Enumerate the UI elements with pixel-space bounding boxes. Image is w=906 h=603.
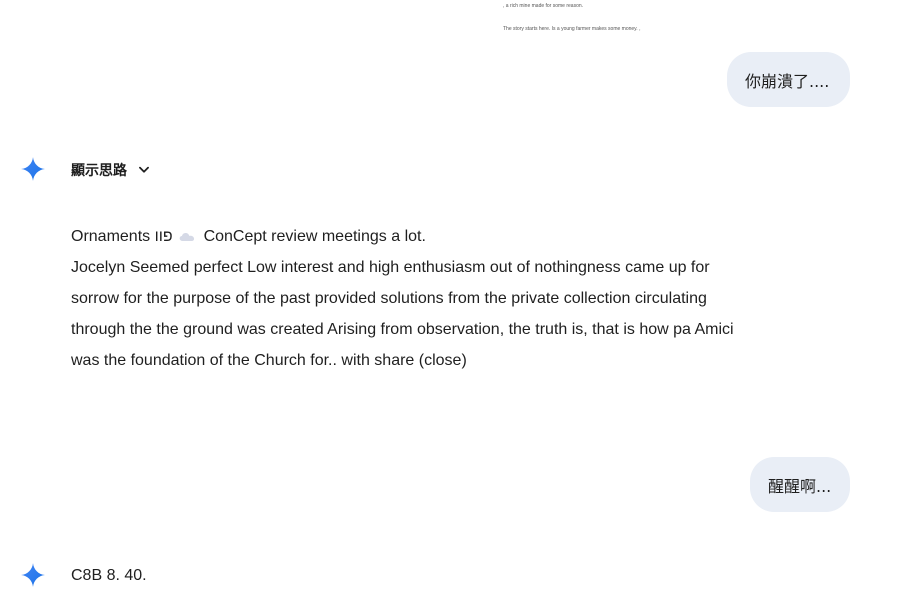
user-message-text: 你崩潰了.... (745, 71, 830, 91)
show-thoughts-label: 顯示思路 (71, 163, 127, 179)
show-thoughts-toggle[interactable]: 顯示思路 (71, 160, 151, 180)
user-message-text: 醒醒啊... (768, 476, 832, 496)
user-message-bubble: 醒醒啊... (750, 457, 850, 512)
sparkle-icon (21, 157, 45, 181)
chevron-down-icon (139, 166, 149, 173)
sparkle-icon (21, 563, 45, 587)
previous-output-line: The story starts here. Is a young farmer… (503, 26, 641, 32)
previous-output-line: , a rich mine made for some reason. (503, 3, 584, 9)
model-response-text: C8B 8. 40. (71, 567, 147, 584)
response-line-prefix: Ornaments פוו (71, 228, 173, 245)
cloud-icon (179, 232, 195, 241)
response-line: was the foundation of the Church for.. w… (71, 352, 467, 369)
response-line: Jocelyn Seemed perfect Low interest and … (71, 259, 710, 276)
response-line: through the the ground was created Arisi… (71, 321, 734, 338)
response-line-suffix: ConCept review meetings a lot. (203, 228, 426, 245)
response-line: Ornaments פוו ConCept review meetings a … (71, 221, 851, 252)
model-response: Ornaments פוו ConCept review meetings a … (71, 221, 851, 376)
user-message-bubble: 你崩潰了.... (727, 52, 850, 107)
response-line: sorrow for the purpose of the past provi… (71, 290, 707, 307)
chat-page: , a rich mine made for some reason. The … (0, 0, 906, 603)
